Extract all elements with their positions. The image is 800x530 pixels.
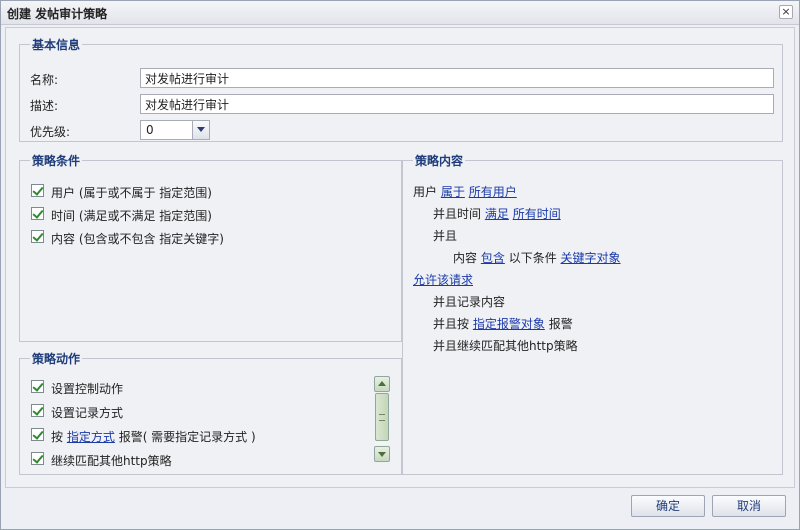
content-allow-line: 允许该请求 [413, 271, 473, 288]
allow-request-link[interactable]: 允许该请求 [413, 273, 473, 287]
action-continue-checkbox[interactable] [31, 452, 44, 465]
user-scope-link[interactable]: 所有用户 [469, 185, 517, 199]
action-alert-label: 按 指定方式 报警( 需要指定记录方式 ) [51, 428, 256, 445]
dialog-titlebar: 创建 发帖审计策略 × [1, 1, 799, 25]
content-operator-link[interactable]: 包含 [481, 251, 505, 265]
priority-select[interactable]: 0 [140, 120, 210, 140]
content-and-text: 并且 [433, 229, 458, 243]
scrollbar-thumb[interactable] [375, 393, 389, 441]
dialog-title: 创建 发帖审计策略 [7, 7, 108, 21]
content-time-line: 并且时间 满足 所有时间 [433, 205, 561, 222]
actions-scrollbar[interactable] [374, 374, 390, 464]
keyword-object-link[interactable]: 关键字对象 [561, 251, 621, 265]
dialog-body: 基本信息 名称: 描述: 优先级: 0 策略条件 用户 (属于或不属于 指定范围… [5, 27, 795, 488]
time-scope-link[interactable]: 所有时间 [513, 207, 561, 221]
time-operator-link[interactable]: 满足 [485, 207, 509, 221]
alert-object-link[interactable]: 指定报警对象 [473, 317, 545, 331]
content-continue-text: 并且继续匹配其他http策略 [433, 339, 578, 353]
content-user-text: 用户 [413, 185, 438, 199]
content-continue-line: 并且继续匹配其他http策略 [433, 337, 578, 354]
chevron-down-icon[interactable] [192, 121, 209, 139]
content-user-line: 用户 属于 所有用户 [413, 183, 517, 200]
scroll-down-icon[interactable] [374, 446, 390, 462]
actions-section: 策略动作 设置控制动作 设置记录方式 按 指定方式 报警( 需要指定记录方式 )… [19, 350, 402, 475]
description-field[interactable] [140, 94, 774, 114]
cancel-button[interactable]: 取消 [712, 495, 786, 517]
action-alert-prefix: 按 [51, 430, 64, 444]
policy-content-legend: 策略内容 [415, 154, 464, 168]
name-field[interactable] [140, 68, 774, 88]
close-button[interactable]: × [779, 5, 793, 19]
condition-time-label: 时间 (满足或不满足 指定范围) [51, 209, 212, 223]
description-label: 描述: [30, 99, 59, 113]
condition-user-label: 用户 (属于或不属于 指定范围) [51, 186, 212, 200]
actions-legend: 策略动作 [32, 352, 81, 366]
priority-label: 优先级: [30, 125, 71, 139]
priority-value: 0 [146, 123, 154, 137]
content-alert-suffix: 报警 [548, 317, 573, 331]
policy-content-section: 策略内容 用户 属于 所有用户 并且时间 满足 所有时间 并且 内容 包含 以下… [402, 152, 783, 475]
conditions-legend: 策略条件 [32, 154, 81, 168]
content-alert-line: 并且按 指定报警对象 报警 [433, 315, 573, 332]
action-alert-checkbox[interactable] [31, 428, 44, 441]
name-label: 名称: [30, 73, 59, 87]
action-continue-label: 继续匹配其他http策略 [51, 454, 172, 468]
content-log-line: 并且记录内容 [433, 293, 505, 310]
content-time-text: 并且时间 [433, 207, 482, 221]
action-control-checkbox[interactable] [31, 380, 44, 393]
create-policy-dialog: 创建 发帖审计策略 × 基本信息 名称: 描述: 优先级: 0 策略条件 用户 … [0, 0, 800, 530]
condition-content-label: 内容 (包含或不包含 指定关键字) [51, 232, 224, 246]
conditions-section: 策略条件 用户 (属于或不属于 指定范围) 时间 (满足或不满足 指定范围) 内… [19, 152, 402, 342]
content-keyword-text: 内容 [453, 251, 478, 265]
action-alert-method-link[interactable]: 指定方式 [67, 430, 115, 444]
content-and-line: 并且 [433, 227, 457, 244]
scroll-up-icon[interactable] [374, 376, 390, 392]
content-alert-prefix: 并且按 [433, 317, 470, 331]
content-condition-text: 以下条件 [508, 251, 557, 265]
condition-content-checkbox[interactable] [31, 230, 44, 243]
content-keyword-line: 内容 包含 以下条件 关键字对象 [453, 249, 621, 266]
content-log-text: 并且记录内容 [433, 295, 506, 309]
basic-info-legend: 基本信息 [32, 38, 81, 52]
action-log-label: 设置记录方式 [51, 406, 124, 420]
ok-button[interactable]: 确定 [631, 495, 705, 517]
action-control-label: 设置控制动作 [51, 382, 124, 396]
user-operator-link[interactable]: 属于 [441, 185, 465, 199]
condition-time-checkbox[interactable] [31, 207, 44, 220]
condition-user-checkbox[interactable] [31, 184, 44, 197]
action-log-checkbox[interactable] [31, 404, 44, 417]
action-alert-suffix: 报警( 需要指定记录方式 ) [118, 430, 256, 444]
basic-info-section: 基本信息 名称: 描述: 优先级: 0 [19, 36, 783, 142]
